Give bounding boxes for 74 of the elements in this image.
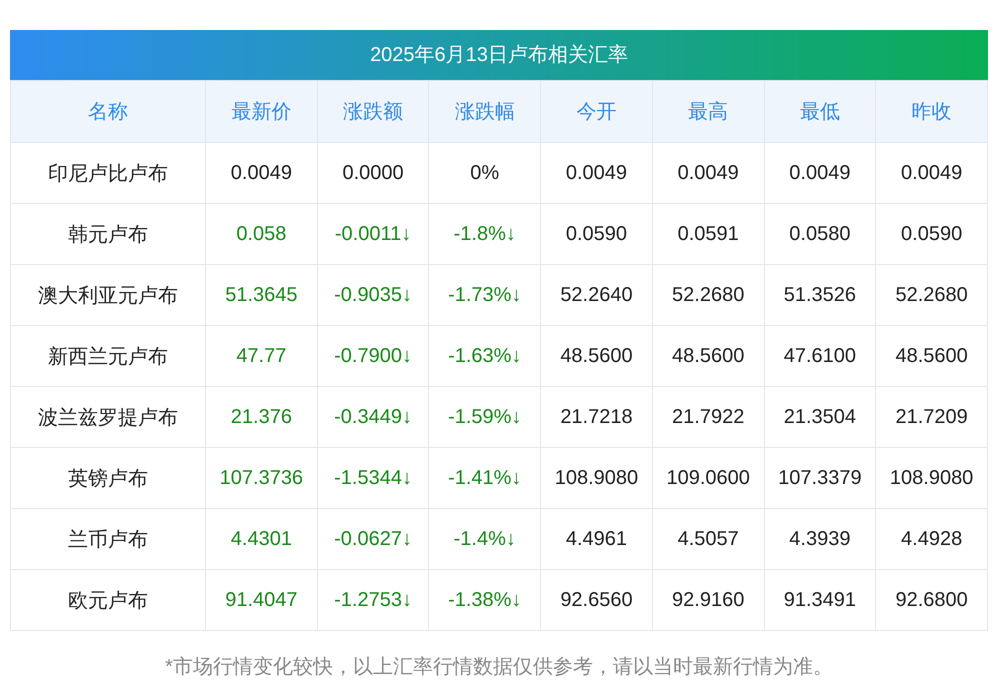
column-header: 最低 <box>764 80 876 142</box>
column-header: 昨收 <box>876 80 988 142</box>
table-cell: 0.0049 <box>206 142 318 204</box>
table-cell: 韩元卢布 <box>10 204 206 264</box>
table-cell: 新西兰元卢布 <box>10 326 206 386</box>
table-cell: 48.5600 <box>876 326 988 386</box>
table-cell: 52.2680 <box>652 264 764 326</box>
table-cell: 0.0049 <box>652 142 764 204</box>
table-cell: -1.41%↓ <box>428 448 541 508</box>
table-cell: 4.5057 <box>652 508 764 570</box>
column-header: 涨跌额 <box>317 80 429 142</box>
table-cell: 51.3645 <box>206 264 318 326</box>
table-cell: 欧元卢布 <box>10 570 206 630</box>
table-cell: 91.3491 <box>764 570 876 630</box>
table-cell: -0.0627↓ <box>317 508 429 570</box>
table-cell: 0.0590 <box>540 204 652 264</box>
table-cell: 21.376 <box>206 386 318 448</box>
table-cell: 印尼卢比卢布 <box>10 142 206 204</box>
table-cell: 0.0049 <box>876 142 988 204</box>
table-cell: 4.4301 <box>206 508 318 570</box>
table-cell: 0.0049 <box>764 142 876 204</box>
table-cell: 91.4047 <box>206 570 318 630</box>
table-cell: 英镑卢布 <box>10 448 206 508</box>
table-cell: 52.2640 <box>540 264 652 326</box>
table-cell: 澳大利亚元卢布 <box>10 264 206 326</box>
table-cell: 0.0590 <box>876 204 988 264</box>
table-cell: 52.2680 <box>876 264 988 326</box>
table-cell: 4.4961 <box>540 508 652 570</box>
column-header: 最高 <box>652 80 764 142</box>
table-cell: 4.3939 <box>764 508 876 570</box>
column-header: 名称 <box>10 80 206 142</box>
table-cell: 48.5600 <box>540 326 652 386</box>
table-cell: -0.9035↓ <box>317 264 429 326</box>
column-header: 今开 <box>540 80 652 142</box>
table-cell: -0.0011↓ <box>317 204 429 264</box>
table-cell: 0.0591 <box>652 204 764 264</box>
table-cell: 47.77 <box>206 326 318 386</box>
table-cell: 92.9160 <box>652 570 764 630</box>
table-cell: 0.0049 <box>540 142 652 204</box>
table-cell: 4.4928 <box>876 508 988 570</box>
table-cell: 47.6100 <box>764 326 876 386</box>
table-cell: -0.7900↓ <box>317 326 429 386</box>
table-cell: 107.3379 <box>764 448 876 508</box>
table-cell: 21.7209 <box>876 386 988 448</box>
table-cell: -1.59%↓ <box>428 386 541 448</box>
table-cell: -1.2753↓ <box>317 570 429 630</box>
table-title: 2025年6月13日卢布相关汇率 <box>10 30 988 80</box>
table-cell: -1.63%↓ <box>428 326 541 386</box>
table-cell: 108.9080 <box>540 448 652 508</box>
table-cell: -1.73%↓ <box>428 264 541 326</box>
table-cell: -1.38%↓ <box>428 570 541 630</box>
table-cell: 0.0580 <box>764 204 876 264</box>
table-cell: 波兰兹罗提卢布 <box>10 386 206 448</box>
table-cell: 92.6560 <box>540 570 652 630</box>
table-cell: 0% <box>428 142 541 204</box>
table-cell: 48.5600 <box>652 326 764 386</box>
table-cell: 109.0600 <box>652 448 764 508</box>
table-cell: 21.3504 <box>764 386 876 448</box>
table-cell: 92.6800 <box>876 570 988 630</box>
table-cell: 0.0000 <box>317 142 429 204</box>
table-cell: -0.3449↓ <box>317 386 429 448</box>
table-cell: 0.058 <box>206 204 318 264</box>
column-header: 最新价 <box>206 80 318 142</box>
column-header: 涨跌幅 <box>428 80 541 142</box>
table-cell: 兰币卢布 <box>10 508 206 570</box>
table-cell: 107.3736 <box>206 448 318 508</box>
table-cell: 21.7922 <box>652 386 764 448</box>
disclaimer-note: *市场行情变化较快，以上汇率行情数据仅供参考，请以当时最新行情为准。 <box>164 655 834 680</box>
table-cell: -1.8%↓ <box>428 204 541 264</box>
table-cell: -1.5344↓ <box>317 448 429 508</box>
table-cell: -1.4%↓ <box>428 508 541 570</box>
table-cell: 51.3526 <box>764 264 876 326</box>
table-cell: 108.9080 <box>876 448 988 508</box>
table-cell: 21.7218 <box>540 386 652 448</box>
